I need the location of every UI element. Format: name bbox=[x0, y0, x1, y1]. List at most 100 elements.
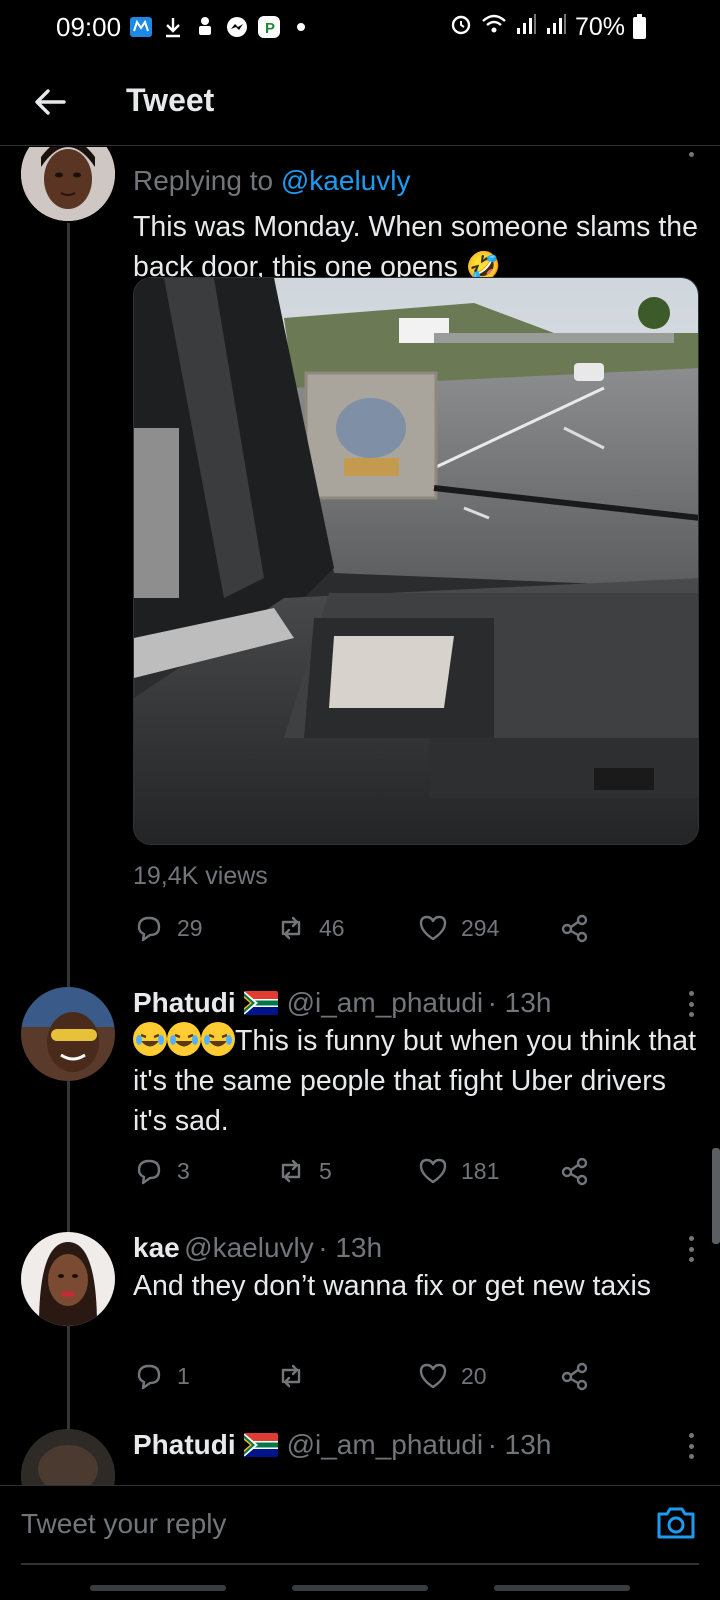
views-count: 19,4K views bbox=[133, 862, 268, 890]
retweet-icon bbox=[281, 1364, 301, 1388]
tweet-thread[interactable]: Replying to @kaeluvly This was Monday. W… bbox=[0, 147, 720, 1485]
more-options-icon[interactable] bbox=[688, 1236, 694, 1262]
replying-to: Replying to @kaeluvly bbox=[133, 165, 410, 197]
tweet-video[interactable] bbox=[133, 277, 699, 845]
reply-icon bbox=[137, 1159, 161, 1185]
recent-apps-button[interactable] bbox=[90, 1585, 226, 1591]
author-name[interactable]: Phatudi bbox=[133, 987, 236, 1018]
avatar[interactable] bbox=[21, 1429, 115, 1485]
battery-percent: 70% bbox=[574, 13, 625, 41]
like-button[interactable]: 294 bbox=[417, 912, 499, 944]
avatar-photo bbox=[21, 987, 115, 1081]
reply-text: And they don’t wanna fix or get new taxi… bbox=[133, 1270, 652, 1302]
reply-button[interactable]: 3 bbox=[133, 1155, 190, 1187]
avatar[interactable] bbox=[21, 987, 115, 1081]
camera-button[interactable] bbox=[654, 1501, 698, 1545]
reply-text: This is funny but when you think that it… bbox=[133, 1021, 703, 1141]
like-button[interactable]: 20 bbox=[417, 1360, 487, 1392]
author-handle[interactable]: @kaeluvly bbox=[184, 1232, 314, 1263]
tweet-actions: 29 46 294 bbox=[133, 912, 603, 952]
retweet-count: 5 bbox=[319, 1157, 332, 1184]
heart-icon bbox=[419, 915, 447, 941]
author-handle[interactable]: @i_am_phatudi bbox=[287, 1429, 484, 1460]
back-button[interactable] bbox=[30, 82, 70, 122]
tweet-time: · 13h bbox=[487, 1429, 552, 1460]
reply-count: 3 bbox=[177, 1157, 190, 1184]
showmax-icon bbox=[128, 14, 154, 40]
download-icon bbox=[160, 14, 186, 40]
reply-button[interactable]: 29 bbox=[133, 912, 203, 944]
avatar-photo bbox=[21, 1429, 115, 1485]
home-button[interactable] bbox=[292, 1585, 428, 1591]
retweet-count: 46 bbox=[319, 914, 345, 941]
avatar[interactable] bbox=[21, 1232, 115, 1326]
reply-author-row: Phatudi @i_am_phatudi · 13h bbox=[133, 1429, 551, 1461]
main-tweet-text: This was Monday. When someone slams the … bbox=[133, 211, 698, 283]
reply-icon bbox=[137, 916, 161, 942]
author-name[interactable]: Phatudi bbox=[133, 1429, 236, 1460]
retweet-button[interactable]: 5 bbox=[275, 1155, 332, 1187]
main-tweet[interactable]: Replying to @kaeluvly This was Monday. W… bbox=[0, 147, 720, 1117]
share-button[interactable] bbox=[559, 1155, 591, 1187]
like-button[interactable]: 181 bbox=[417, 1155, 499, 1187]
avatar-photo bbox=[21, 1232, 115, 1326]
laughing-emoji-icon bbox=[167, 1022, 201, 1056]
video-thumbnail bbox=[134, 278, 698, 844]
share-button[interactable] bbox=[559, 912, 591, 944]
retweet-button[interactable]: 46 bbox=[275, 912, 345, 944]
laughing-emoji-icon bbox=[201, 1022, 235, 1056]
reply-composer bbox=[0, 1485, 720, 1565]
alarm-icon bbox=[449, 12, 473, 43]
reply-tweet[interactable]: Phatudi @i_am_phatudi · 13h bbox=[0, 1429, 720, 1485]
share-button[interactable] bbox=[559, 1360, 591, 1392]
tweet-time: · 13h bbox=[487, 987, 552, 1018]
parking-app-icon: P bbox=[256, 14, 282, 40]
retweet-icon bbox=[281, 916, 301, 940]
reply-input[interactable] bbox=[21, 1500, 621, 1548]
heart-icon bbox=[419, 1363, 447, 1389]
android-icon bbox=[192, 14, 218, 40]
author-name[interactable]: kae bbox=[133, 1232, 180, 1263]
retweet-button[interactable] bbox=[275, 1360, 319, 1392]
replying-label: Replying to bbox=[133, 165, 274, 196]
reply-author-row: kae @kaeluvly · 13h bbox=[133, 1232, 382, 1264]
heart-icon bbox=[419, 1158, 447, 1184]
avatar[interactable] bbox=[21, 147, 115, 221]
scrollbar[interactable] bbox=[712, 1148, 720, 1244]
share-icon bbox=[561, 1157, 588, 1186]
reply-button[interactable]: 1 bbox=[133, 1360, 190, 1392]
tweet-time: · 13h bbox=[318, 1232, 383, 1263]
signal-icon bbox=[515, 13, 537, 42]
back-arrow-icon bbox=[35, 89, 66, 115]
share-icon bbox=[561, 914, 588, 943]
status-system-icons: 70% bbox=[449, 12, 646, 43]
like-count: 294 bbox=[461, 914, 500, 941]
avatar-photo bbox=[21, 147, 115, 221]
south-africa-flag-icon bbox=[244, 991, 279, 1015]
status-bar: 09:00 P 70% bbox=[0, 0, 720, 54]
camera-icon bbox=[657, 1507, 695, 1539]
page-title: Tweet bbox=[126, 82, 215, 118]
dot-icon bbox=[288, 14, 314, 40]
signal-icon bbox=[545, 13, 567, 42]
reply-tweet[interactable]: kae @kaeluvly · 13h And they don’t wanna… bbox=[0, 1232, 720, 1432]
like-count: 181 bbox=[461, 1157, 500, 1184]
back-nav-button[interactable] bbox=[494, 1585, 630, 1591]
more-options-icon[interactable] bbox=[688, 1433, 694, 1459]
retweet-icon bbox=[281, 1159, 301, 1183]
wifi-icon bbox=[481, 13, 507, 42]
app-header: Tweet bbox=[0, 60, 720, 146]
tweet-actions: 1 20 bbox=[133, 1360, 603, 1400]
more-options-icon[interactable] bbox=[688, 147, 694, 157]
replying-mention-link[interactable]: @kaeluvly bbox=[281, 165, 411, 196]
messenger-icon bbox=[224, 14, 250, 40]
author-handle[interactable]: @i_am_phatudi bbox=[287, 987, 484, 1018]
battery-icon bbox=[633, 13, 646, 39]
reply-author-row: Phatudi @i_am_phatudi · 13h bbox=[133, 987, 551, 1019]
south-africa-flag-icon bbox=[244, 1433, 279, 1457]
more-options-icon[interactable] bbox=[688, 991, 694, 1017]
reply-tweet[interactable]: Phatudi @i_am_phatudi · 13h This is funn… bbox=[0, 987, 720, 1232]
tweet-actions: 3 5 181 bbox=[133, 1155, 603, 1195]
status-notification-icons: P bbox=[128, 13, 314, 41]
status-time: 09:00 bbox=[56, 12, 122, 42]
